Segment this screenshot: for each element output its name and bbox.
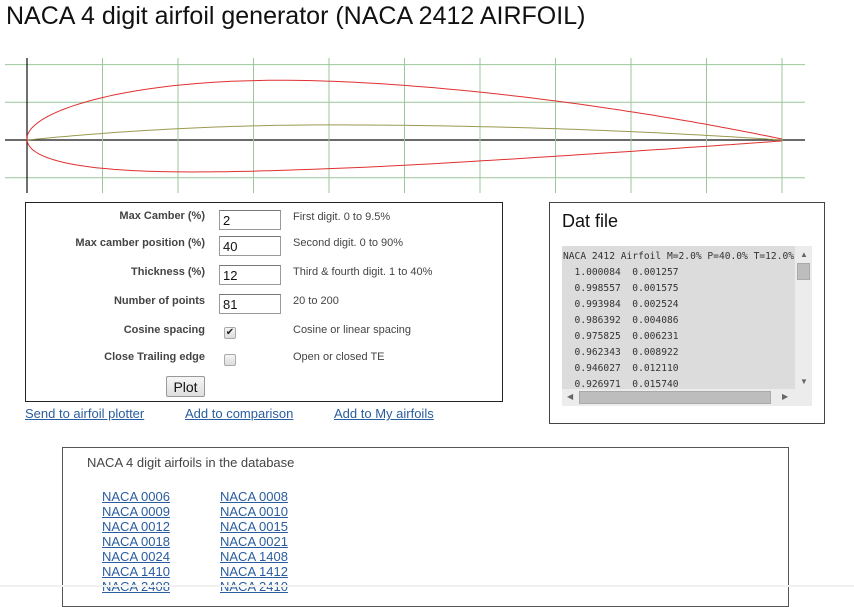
database-airfoil-link[interactable]: NACA 1408 bbox=[220, 549, 288, 564]
max-camber-input[interactable] bbox=[219, 210, 281, 230]
database-airfoil-link[interactable]: NACA 0015 bbox=[220, 519, 288, 534]
thickness-input[interactable] bbox=[219, 265, 281, 285]
number-of-points-row: Number of points 20 to 200 bbox=[26, 293, 502, 317]
database-column-1: NACA 0006 NACA 0009 NACA 0012 NACA 0018 NACA… bbox=[102, 489, 170, 594]
airfoil-plot bbox=[5, 58, 805, 193]
cosine-spacing-label: Cosine spacing bbox=[123, 324, 205, 336]
database-airfoil-link[interactable]: NACA 0008 bbox=[220, 489, 288, 504]
database-airfoil-link[interactable]: NACA 0006 bbox=[102, 489, 170, 504]
number-of-points-hint: 20 to 200 bbox=[293, 295, 339, 307]
max-camber-position-label: Max camber position (%) bbox=[75, 237, 205, 249]
database-airfoil-link[interactable]: NACA 1412 bbox=[220, 564, 288, 579]
scroll-right-arrow-icon[interactable]: ▶ bbox=[782, 393, 788, 401]
thickness-hint: Third & fourth digit. 1 to 40% bbox=[293, 266, 433, 278]
thickness-label: Thickness (%) bbox=[131, 266, 205, 278]
close-trailing-edge-row: Close Trailing edge Open or closed TE bbox=[26, 349, 502, 373]
max-camber-row: Max Camber (%) First digit. 0 to 9.5% bbox=[26, 206, 502, 230]
close-trailing-edge-hint: Open or closed TE bbox=[293, 351, 385, 363]
dat-file-title: Dat file bbox=[562, 211, 619, 231]
number-of-points-label: Number of points bbox=[113, 295, 205, 307]
close-trailing-edge-checkbox[interactable] bbox=[224, 354, 236, 366]
database-airfoil-link[interactable]: NACA 0010 bbox=[220, 504, 288, 519]
max-camber-hint: First digit. 0 to 9.5% bbox=[293, 211, 391, 223]
dat-file-textarea[interactable]: NACA 2412 Airfoil M=2.0% P=40.0% T=12.0%… bbox=[562, 246, 812, 406]
scrollbar-corner bbox=[795, 389, 812, 406]
cosine-spacing-row: Cosine spacing ✔ Cosine or linear spacin… bbox=[26, 322, 502, 346]
database-airfoil-link[interactable]: NACA 0012 bbox=[102, 519, 170, 534]
add-to-comparison-link[interactable]: Add to comparison bbox=[185, 406, 293, 421]
database-panel: NACA 4 digit airfoils in the database NA… bbox=[62, 447, 789, 607]
scroll-up-arrow-icon[interactable]: ▲ bbox=[800, 251, 808, 259]
scroll-left-arrow-icon[interactable]: ◀ bbox=[567, 393, 573, 401]
cosine-spacing-hint: Cosine or linear spacing bbox=[293, 324, 412, 336]
parameters-form: Max Camber (%) First digit. 0 to 9.5% Ma… bbox=[25, 202, 503, 402]
scroll-down-arrow-icon[interactable]: ▼ bbox=[800, 378, 808, 386]
add-to-my-airfoils-link[interactable]: Add to My airfoils bbox=[334, 406, 434, 421]
max-camber-label: Max Camber (%) bbox=[119, 210, 205, 222]
horizontal-scroll-thumb[interactable] bbox=[579, 391, 771, 404]
database-airfoil-link[interactable]: NACA 0018 bbox=[102, 534, 170, 549]
vertical-scroll-thumb[interactable] bbox=[797, 263, 810, 280]
thickness-row: Thickness (%) Third & fourth digit. 1 to… bbox=[26, 264, 502, 288]
number-of-points-input[interactable] bbox=[219, 294, 281, 314]
dat-file-content: NACA 2412 Airfoil M=2.0% P=40.0% T=12.0%… bbox=[563, 251, 795, 390]
database-column-2: NACA 0008 NACA 0010 NACA 0015 NACA 0021 NACA… bbox=[220, 489, 288, 594]
database-airfoil-link[interactable]: NACA 0021 bbox=[220, 534, 288, 549]
max-camber-position-row: Max camber position (%) Second digit. 0 … bbox=[26, 235, 502, 259]
max-camber-position-hint: Second digit. 0 to 90% bbox=[293, 237, 404, 249]
database-airfoil-link[interactable]: NACA 0009 bbox=[102, 504, 170, 519]
max-camber-position-input[interactable] bbox=[219, 236, 281, 256]
close-trailing-edge-label: Close Trailing edge bbox=[104, 351, 205, 363]
horizontal-scrollbar[interactable]: ◀ ▶ bbox=[562, 389, 795, 406]
dat-file-panel: Dat file NACA 2412 Airfoil M=2.0% P=40.0… bbox=[549, 202, 825, 424]
send-to-airfoil-plotter-link[interactable]: Send to airfoil plotter bbox=[25, 406, 144, 421]
cosine-spacing-checkbox[interactable]: ✔ bbox=[224, 327, 236, 339]
page-title: NACA 4 digit airfoil generator (NACA 241… bbox=[6, 2, 586, 30]
database-airfoil-link[interactable]: NACA 1410 bbox=[102, 564, 170, 579]
database-airfoil-link[interactable]: NACA 0024 bbox=[102, 549, 170, 564]
plot-button[interactable]: Plot bbox=[166, 376, 205, 397]
vertical-scrollbar[interactable]: ▲ ▼ bbox=[795, 246, 812, 389]
database-title: NACA 4 digit airfoils in the database bbox=[87, 455, 295, 470]
